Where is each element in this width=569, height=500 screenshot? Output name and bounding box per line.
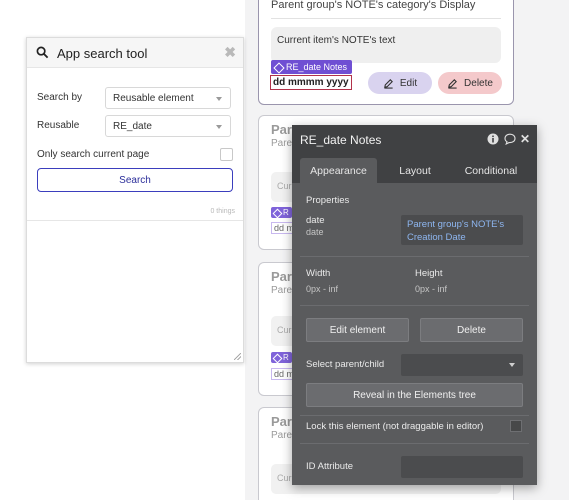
- element-title: RE_date Notes: [300, 133, 382, 147]
- property-editor-header[interactable]: RE_date Notes ✕: [292, 125, 537, 155]
- dynamic-expression[interactable]: Parent group's NOTE's Creation Date: [407, 218, 522, 244]
- cell-subtitle: Pare: [271, 430, 293, 441]
- delete-label: Delete: [464, 77, 493, 89]
- height-label: Height: [415, 268, 443, 279]
- divider: [300, 256, 529, 257]
- width-value: 0px - inf: [306, 284, 339, 294]
- tab-appearance[interactable]: Appearance: [300, 158, 377, 183]
- resize-handle[interactable]: [234, 353, 241, 360]
- reusable-select[interactable]: RE_date: [105, 115, 231, 137]
- search-by-select[interactable]: Reusable element: [105, 87, 231, 109]
- edit-button[interactable]: Edit: [368, 72, 432, 94]
- tab-layout[interactable]: Layout: [385, 158, 445, 183]
- divider: [300, 415, 529, 416]
- width-label: Width: [306, 268, 331, 279]
- pencil-icon: [448, 78, 457, 89]
- lock-element-label: Lock this element (not draggable in edit…: [306, 421, 484, 432]
- reusable-row: Reusable RE_date: [37, 115, 233, 137]
- height-value: 0px - inf: [415, 284, 448, 294]
- close-icon[interactable]: ✕: [519, 133, 531, 145]
- result-count: 0 things: [210, 208, 235, 215]
- only-current-page-row: Only search current page: [37, 144, 233, 166]
- cell-subtitle: Pare: [271, 285, 293, 296]
- reusable-element-badge[interactable]: R: [271, 352, 292, 363]
- cell-subtitle: Pare: [271, 138, 293, 149]
- delete-element-button[interactable]: Delete: [420, 318, 523, 342]
- comment-icon[interactable]: [504, 133, 516, 146]
- search-tool-header[interactable]: App search tool ✖: [27, 38, 243, 68]
- search-icon: [36, 46, 49, 59]
- divider: [271, 18, 501, 19]
- note-text-box[interactable]: Current item's NOTE's text: [271, 27, 501, 63]
- tab-conditional[interactable]: Conditional: [457, 158, 525, 183]
- properties-label: Properties: [306, 195, 350, 206]
- selected-date-element[interactable]: dd mmmm yyyy: [270, 75, 352, 90]
- only-current-page-checkbox[interactable]: [220, 148, 233, 161]
- id-attribute-label: ID Attribute: [306, 461, 353, 472]
- results-divider: [27, 220, 243, 221]
- reusable-element-badge[interactable]: RE_date Notes: [271, 60, 353, 74]
- edit-label: Edit: [399, 77, 418, 89]
- app-search-tool-panel: App search tool ✖ Search by Reusable ele…: [26, 37, 244, 363]
- id-attribute-input[interactable]: [401, 456, 523, 478]
- search-by-row: Search by Reusable element: [37, 87, 233, 109]
- divider: [300, 305, 529, 306]
- search-by-label: Search by: [37, 92, 83, 103]
- reveal-in-elements-tree-button[interactable]: Reveal in the Elements tree: [306, 383, 523, 407]
- only-current-page-label: Only search current page: [37, 149, 150, 160]
- lock-element-checkbox[interactable]: [510, 420, 522, 432]
- pencil-icon: [384, 78, 393, 89]
- date-property-type: date: [306, 227, 324, 237]
- property-tabs: Appearance Layout Conditional: [292, 155, 537, 183]
- divider: [300, 443, 529, 444]
- edit-element-button[interactable]: Edit element: [306, 318, 409, 342]
- search-button[interactable]: Search: [37, 168, 233, 192]
- select-parent-dropdown[interactable]: [401, 354, 523, 376]
- search-tool-title: App search tool: [57, 46, 148, 61]
- date-property-field[interactable]: Parent group's NOTE's Creation Date: [401, 215, 523, 245]
- category-display-text: Parent group's NOTE's category's Display: [271, 0, 476, 11]
- reusable-element-badge[interactable]: R: [271, 207, 292, 218]
- repeating-group-cell[interactable]: Parent group's NOTE's category's Display…: [258, 0, 514, 105]
- info-icon[interactable]: [487, 133, 499, 145]
- property-editor-panel: RE_date Notes ✕ Appearance Layout Condit…: [292, 125, 537, 485]
- reusable-label: Reusable: [37, 120, 80, 131]
- delete-button[interactable]: Delete: [438, 72, 502, 94]
- date-property-name: date: [306, 215, 325, 226]
- close-icon[interactable]: ✖: [224, 44, 236, 61]
- select-parent-label: Select parent/child: [306, 359, 385, 370]
